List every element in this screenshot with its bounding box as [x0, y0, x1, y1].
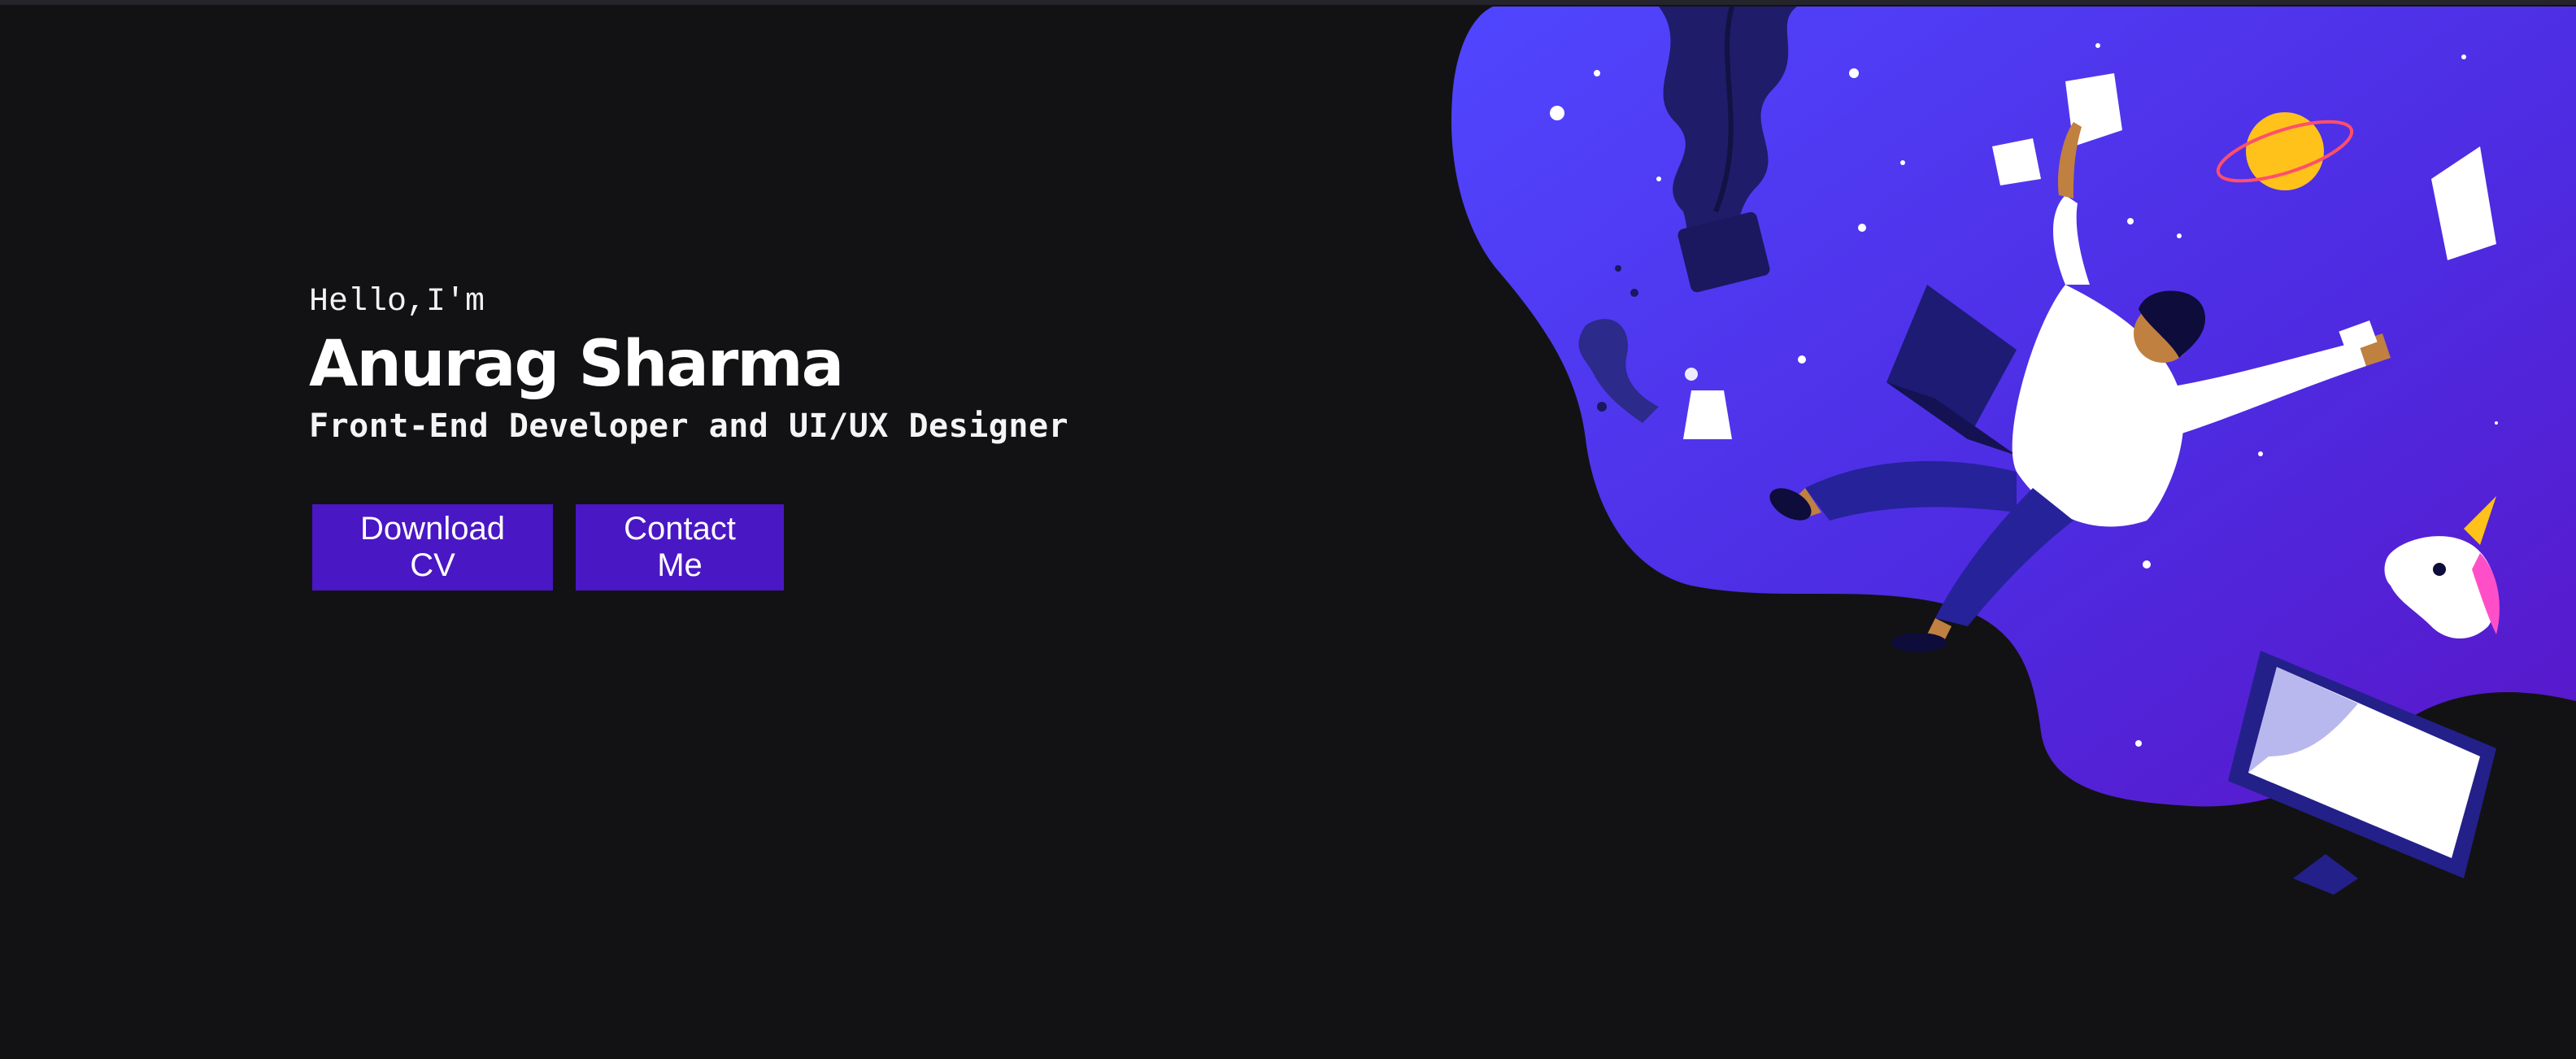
hero-name: Anurag Sharma [309, 328, 844, 401]
hero-actions: Download CV Contact Me [312, 504, 784, 591]
hero-role: Front-End Developer and UI/UX Designer [309, 407, 1069, 445]
space-blob [1451, 7, 2576, 807]
hero-intro: Hello,I'm Anurag Sharma Front-End Develo… [309, 280, 1447, 449]
hero-illustration [1451, 6, 2576, 895]
download-cv-button[interactable]: Download CV [312, 504, 553, 591]
contact-me-button[interactable]: Contact Me [576, 504, 784, 591]
greeting-text: Hello,I'm [309, 284, 485, 320]
